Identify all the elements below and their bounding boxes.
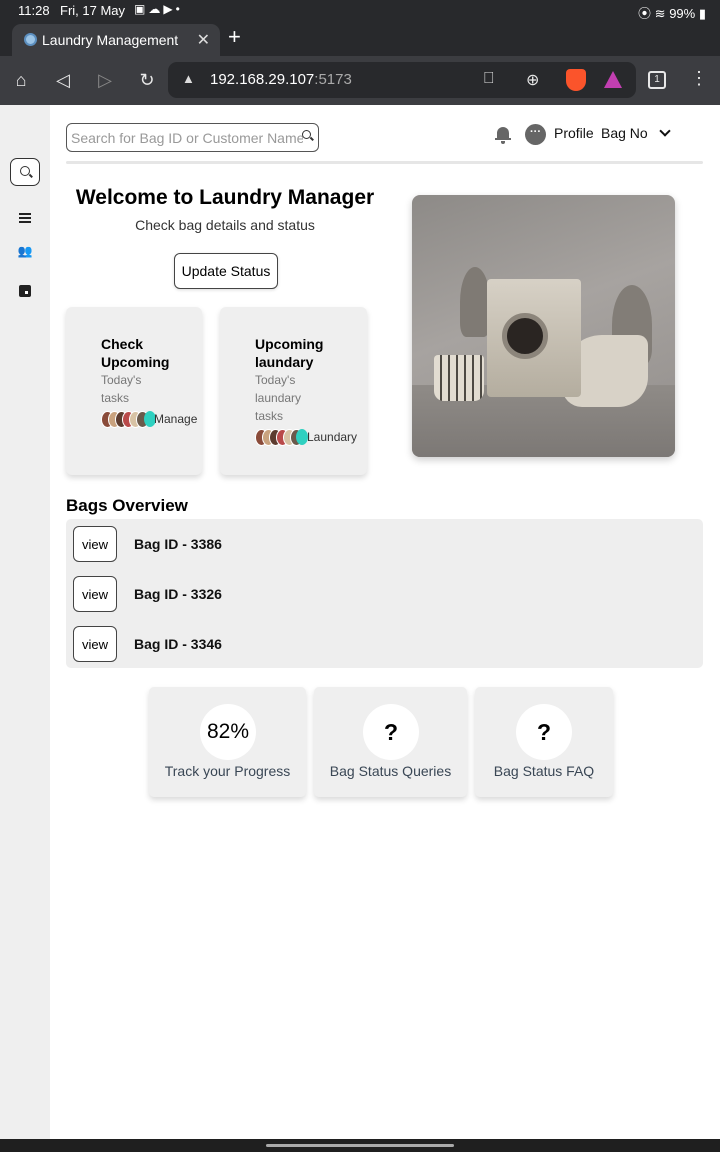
illustration-plant (460, 267, 490, 337)
status-bar: 11:28 Fri, 17 May ▣☁▶• ⦿ ≋ 99% ▮ (0, 0, 720, 22)
bag-id: Bag ID - 3326 (134, 586, 222, 602)
search-icon[interactable] (302, 130, 311, 139)
faq-label: Bag Status FAQ (493, 763, 595, 779)
tab-strip: Laundry Management ✕ (0, 22, 720, 56)
manage-link[interactable]: Manage (154, 412, 197, 426)
tab-title: Laundry Management (42, 32, 179, 48)
brave-rewards-icon[interactable] (604, 71, 622, 88)
status-date: Fri, 17 May (60, 3, 126, 18)
url-text[interactable]: 192.168.29.107:5173 (210, 71, 352, 88)
bags-overview-title: Bags Overview (66, 496, 188, 515)
bag-row: view Bag ID - 3386 (66, 526, 703, 562)
back-icon[interactable]: ◁ (51, 68, 75, 92)
bag-status-queries-card[interactable]: ? Bag Status Queries (314, 687, 467, 797)
not-secure-icon[interactable]: ▲ (182, 71, 195, 86)
laundry-illustration (412, 195, 675, 457)
chat-icon[interactable]: ··· (525, 124, 546, 145)
illustration-basket (434, 355, 484, 401)
gesture-handle[interactable] (266, 1144, 454, 1147)
view-button[interactable]: view (73, 576, 117, 612)
search-icon[interactable] (10, 158, 40, 186)
view-button[interactable]: view (73, 526, 117, 562)
chevron-down-icon[interactable] (659, 125, 671, 137)
address-bar[interactable]: ▲ 192.168.29.107:5173 ⎕ ⊕ (168, 62, 636, 98)
browser-toolbar: ⌂ ◁ ▷ ↻ ▲ 192.168.29.107:5173 ⎕ ⊕ 1 ⋮ (0, 56, 720, 105)
battery-icon: ▮ (698, 6, 706, 21)
progress-value: 82% (200, 704, 256, 760)
question-icon: ? (516, 704, 572, 760)
url-port: :5173 (314, 71, 352, 88)
download-icon[interactable]: ⊕ (526, 70, 539, 90)
bookmark-icon[interactable]: ⎕ (484, 70, 494, 88)
brave-shields-icon[interactable] (566, 69, 586, 91)
search-bar (66, 123, 319, 152)
page-subtitle: Check bag details and status (135, 217, 315, 233)
bag-id: Bag ID - 3386 (134, 536, 222, 552)
search-input[interactable] (71, 128, 303, 148)
new-tab-icon[interactable]: + (228, 24, 241, 50)
task-card-title: Upcoming laundary (255, 336, 324, 370)
task-card-title: Check Upcoming (101, 336, 170, 370)
navigation-bar (0, 1139, 720, 1152)
notification-icons: ▣☁▶• (134, 2, 183, 16)
home-icon[interactable]: ⌂ (9, 68, 33, 92)
bag-no-link[interactable]: Bag No (601, 125, 648, 141)
bag-status-faq-card[interactable]: ? Bag Status FAQ (475, 687, 613, 797)
task-card-subtitle: Today's tasks (101, 373, 142, 405)
bell-icon[interactable] (495, 126, 511, 144)
location-icon: ⦿ (638, 6, 652, 21)
page-title: Welcome to Laundry Manager (75, 186, 375, 209)
profile-link[interactable]: Profile (554, 125, 594, 141)
browser-tab[interactable]: Laundry Management ✕ (12, 24, 220, 56)
bag-row: view Bag ID - 3326 (66, 576, 703, 612)
laundary-link[interactable]: Laundary (307, 430, 357, 444)
reload-icon[interactable]: ↻ (135, 68, 159, 92)
status-right: ⦿ ≋ 99% ▮ (638, 3, 706, 22)
browser-menu-icon[interactable]: ⋮ (690, 68, 708, 89)
bag-id: Bag ID - 3346 (134, 636, 222, 652)
tab-count[interactable]: 1 (648, 71, 666, 89)
bag-row: view Bag ID - 3346 (66, 626, 703, 662)
close-tab-icon[interactable]: ✕ (197, 30, 210, 50)
view-button[interactable]: view (73, 626, 117, 662)
header-divider (66, 161, 703, 164)
url-host: 192.168.29.107 (210, 71, 315, 88)
illustration-drum (502, 313, 548, 359)
queries-label: Bag Status Queries (329, 763, 452, 779)
task-card-subtitle: Today's laundary tasks (255, 373, 302, 423)
update-status-button[interactable]: Update Status (174, 253, 278, 289)
progress-label: Track your Progress (164, 763, 291, 779)
bags-list: view Bag ID - 3386 view Bag ID - 3326 vi… (66, 519, 703, 668)
wifi-signal-icon: ≋ (654, 6, 666, 21)
status-time: 11:28 (18, 3, 50, 18)
progress-card[interactable]: 82% Track your Progress (149, 687, 306, 797)
forward-icon[interactable]: ▷ (93, 68, 117, 92)
favicon-icon (24, 33, 37, 46)
menu-icon[interactable] (13, 211, 37, 231)
users-icon[interactable]: 👥 (13, 244, 37, 264)
sidebar: 👥 (0, 105, 50, 1139)
battery-level: 99% (669, 6, 696, 21)
question-icon: ? (363, 704, 419, 760)
task-card-upcoming-laundary[interactable]: Upcoming laundary Today's laundary tasks… (220, 307, 367, 475)
calendar-icon[interactable] (19, 285, 31, 297)
task-card-check-upcoming[interactable]: Check Upcoming Today's tasks Manage (66, 307, 202, 475)
